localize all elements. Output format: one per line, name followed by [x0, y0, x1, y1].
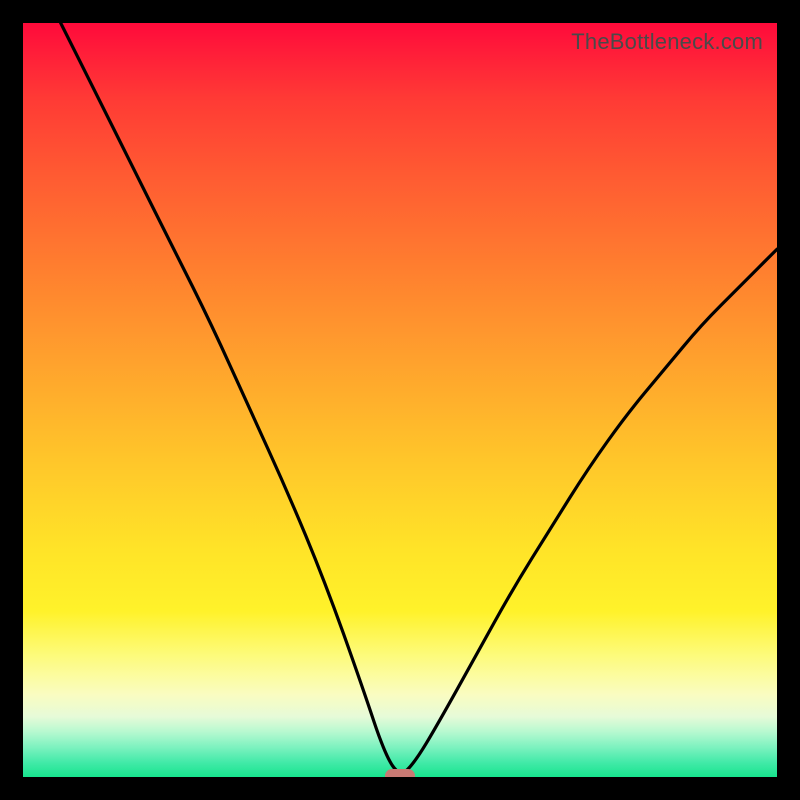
chart-stage: TheBottleneck.com — [0, 0, 800, 800]
bottleneck-curve — [23, 23, 777, 777]
curve-path — [61, 23, 777, 772]
plot-area: TheBottleneck.com — [23, 23, 777, 777]
optimum-marker — [385, 769, 415, 777]
